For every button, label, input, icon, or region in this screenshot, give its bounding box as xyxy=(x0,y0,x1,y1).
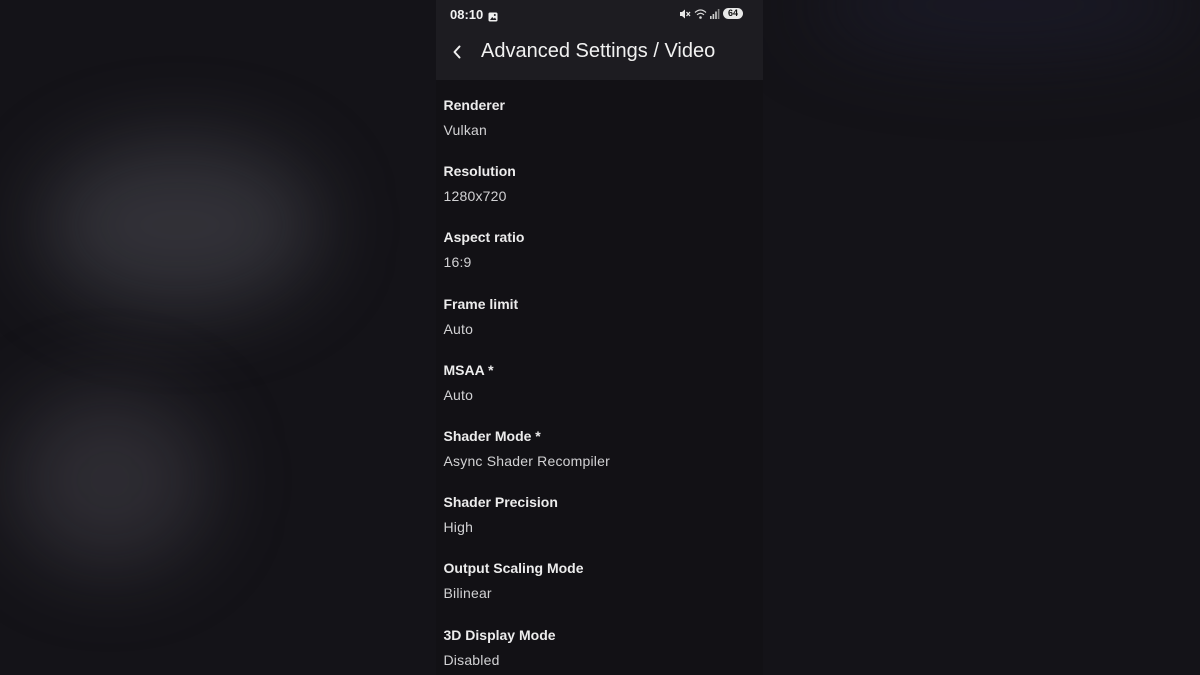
setting-label: Output Scaling Mode xyxy=(443,560,584,577)
setting-label: Aspect ratio xyxy=(443,229,525,246)
setting-label: Frame limit xyxy=(443,295,519,312)
setting-resolution[interactable]: Resolution 1280x720 xyxy=(436,146,763,212)
setting-value: 1280x720 xyxy=(443,188,507,205)
setting-value: Auto xyxy=(443,386,474,403)
setting-label: 3D Display Mode xyxy=(443,626,556,643)
setting-label: MSAA * xyxy=(443,361,494,378)
setting-value: Async Shader Recompiler xyxy=(443,452,610,469)
status-time: 08:10 xyxy=(450,7,484,22)
background-glow xyxy=(810,0,1200,50)
setting-label: Shader Precision xyxy=(443,494,558,511)
status-bar: 08:10 64 xyxy=(436,0,763,28)
battery-badge: 64 xyxy=(723,8,743,19)
setting-label: Resolution xyxy=(443,163,516,180)
setting-frame-limit[interactable]: Frame limit Auto xyxy=(436,279,763,345)
setting-value: Bilinear xyxy=(443,585,492,602)
wifi-icon xyxy=(694,7,707,19)
setting-value: Disabled xyxy=(443,651,500,668)
app-header: 08:10 64 Advanced Settings / Video xyxy=(436,0,763,80)
phone-screen: 08:10 64 Advanced Settings / Video Rende… xyxy=(436,0,763,675)
setting-renderer[interactable]: Renderer Vulkan xyxy=(436,80,763,146)
mute-icon xyxy=(679,7,691,19)
settings-list: Renderer Vulkan Resolution 1280x720 Aspe… xyxy=(436,80,763,675)
setting-msaa[interactable]: MSAA * Auto xyxy=(436,345,763,411)
setting-aspect-ratio[interactable]: Aspect ratio 16:9 xyxy=(436,212,763,278)
setting-shader-precision[interactable]: Shader Precision High xyxy=(436,477,763,543)
setting-3d-display-mode[interactable]: 3D Display Mode Disabled xyxy=(436,610,763,675)
setting-value: Vulkan xyxy=(443,122,487,138)
setting-value: Auto xyxy=(443,320,474,337)
setting-shader-mode[interactable]: Shader Mode * Async Shader Recompiler xyxy=(436,411,763,477)
setting-value: 16:9 xyxy=(443,254,472,271)
background-glow xyxy=(10,390,210,570)
setting-output-scaling-mode[interactable]: Output Scaling Mode Bilinear xyxy=(436,543,763,609)
back-button[interactable] xyxy=(446,38,470,66)
signal-icon xyxy=(710,7,720,19)
setting-value: High xyxy=(443,519,474,536)
setting-label: Renderer xyxy=(443,97,505,113)
background-glow xyxy=(40,140,320,310)
image-icon xyxy=(488,9,498,22)
setting-label: Shader Mode * xyxy=(443,427,541,444)
page-title: Advanced Settings / Video xyxy=(481,40,716,62)
chevron-left-icon xyxy=(453,45,461,59)
